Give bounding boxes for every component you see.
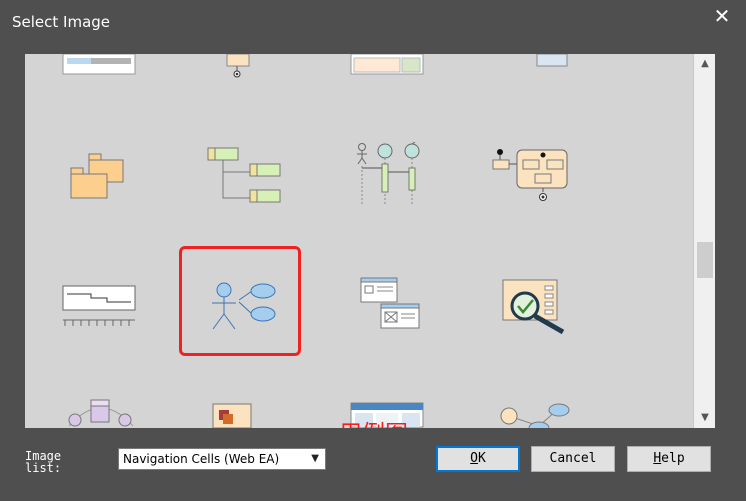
use-case-annotation: 用例图 — [339, 414, 408, 428]
image-list-label: Image list: — [25, 449, 62, 475]
class-hierarchy-icon[interactable] — [206, 146, 282, 206]
select-image-dialog: Select Image ✕ ▲ ▼ Image list: Navigatio… — [0, 0, 746, 501]
user-interface-icon[interactable] — [359, 276, 421, 330]
image-list-selected-value: Navigation Cells (Web EA) — [123, 452, 280, 466]
chevron-down-icon[interactable]: ▼ — [311, 453, 319, 464]
inspection-diagram-icon[interactable] — [501, 278, 571, 338]
table-diagram-icon[interactable] — [61, 54, 137, 78]
image-gallery: 用例图 ▲ ▼ — [25, 54, 715, 428]
use-case-highlight-box — [179, 246, 301, 356]
ok-button[interactable]: OK — [436, 446, 520, 472]
scroll-thumb[interactable] — [697, 242, 713, 278]
component-partial-icon[interactable] — [535, 54, 569, 68]
package-diagram-icon[interactable] — [69, 152, 127, 202]
vertical-scrollbar[interactable]: ▲ ▼ — [693, 54, 715, 428]
help-label-rest: elp — [661, 451, 685, 466]
title-bar: Select Image ✕ — [0, 0, 746, 36]
sequence-diagram-icon[interactable] — [353, 142, 425, 208]
requirements-diagram-icon[interactable] — [350, 54, 426, 76]
ok-label-rest: K — [478, 451, 486, 466]
image-list-select[interactable]: Navigation Cells (Web EA) ▼ — [118, 448, 326, 470]
composite-structure-icon[interactable] — [61, 396, 141, 428]
help-mnemonic: H — [653, 451, 662, 466]
timing-diagram-icon[interactable] — [61, 284, 137, 328]
help-button[interactable]: Help — [627, 446, 711, 472]
scroll-down-icon[interactable]: ▼ — [694, 408, 715, 428]
activity-state-icon[interactable] — [491, 146, 571, 206]
cancel-button[interactable]: Cancel — [531, 446, 615, 472]
deployment-icon[interactable] — [211, 400, 255, 428]
scroll-up-icon[interactable]: ▲ — [694, 54, 715, 74]
state-partial-icon[interactable] — [221, 54, 251, 80]
close-icon[interactable]: ✕ — [706, 2, 738, 30]
ok-mnemonic: O — [470, 451, 478, 466]
mind-map-icon[interactable] — [495, 402, 575, 428]
dialog-title: Select Image — [12, 13, 111, 31]
